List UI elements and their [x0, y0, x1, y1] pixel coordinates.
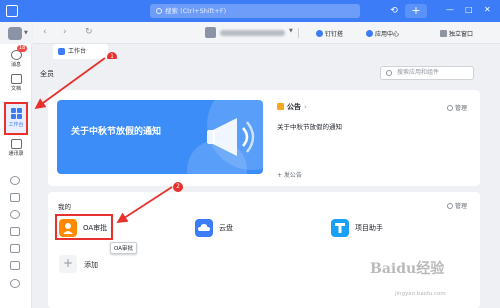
org-name-redacted [220, 30, 285, 36]
add-app-button[interactable]: + [59, 255, 77, 273]
maximize-button[interactable]: □ [465, 5, 473, 14]
add-app-label[interactable]: 添加 [84, 260, 98, 270]
gear-icon [447, 105, 453, 111]
global-search-input[interactable]: 搜索 (Ctrl+Shift+F) [150, 4, 360, 18]
notice-manage-button[interactable]: 管理 [447, 103, 467, 112]
mail-icon[interactable] [10, 261, 20, 270]
app-center-icon [366, 30, 373, 37]
link-label: 独立窗口 [449, 31, 474, 38]
manage-label: 管理 [455, 105, 468, 112]
window-icon [440, 30, 447, 37]
rail-item-docs[interactable]: 文档 [0, 74, 32, 92]
close-button[interactable]: ✕ [484, 5, 491, 14]
link-label: 钉钉搭 [325, 31, 344, 38]
app-logo-icon[interactable] [6, 5, 18, 17]
announcement-icon [277, 103, 284, 110]
watermark-url: jingyan.baidu.com [395, 291, 446, 297]
cloud-drive-label[interactable]: 云盘 [219, 219, 233, 237]
dingdada-link[interactable]: 钉钉搭 [316, 29, 343, 38]
tab-workbench[interactable]: 工作台 [53, 44, 108, 59]
forward-button[interactable]: › [63, 27, 67, 37]
unread-badge: 18 [17, 45, 28, 52]
gear-icon [447, 203, 453, 209]
org-avatar [205, 27, 216, 38]
chevron-down-icon[interactable]: ▼ [289, 28, 293, 34]
rail-item-label: 消息 [10, 62, 21, 68]
announcement-banner[interactable]: 关于中秋节放假的通知 [57, 100, 263, 174]
document-icon [10, 74, 22, 84]
oa-approval-label[interactable]: OA审批 [83, 219, 107, 237]
divider [298, 28, 299, 38]
app-center-link[interactable]: 应用中心 [366, 29, 399, 38]
person-icon [63, 223, 73, 234]
t-letter-icon [335, 223, 345, 233]
grid-icon [10, 108, 22, 119]
manage-label: 管理 [455, 203, 468, 210]
my-apps-title: 我的 [58, 203, 71, 211]
project-assistant-label[interactable]: 项目助手 [355, 219, 383, 237]
minimize-button[interactable]: — [446, 5, 454, 14]
tab-label: 工作台 [68, 48, 87, 55]
calendar-icon[interactable] [10, 176, 20, 185]
publish-notice-button[interactable]: + 发公告 [277, 170, 302, 179]
app-search-input[interactable]: 搜索应用和组件 [380, 66, 474, 80]
global-search-placeholder: 搜索 (Ctrl+Shift+F) [165, 7, 227, 15]
chevron-right-icon: › [304, 103, 307, 111]
bolt-icon[interactable] [10, 244, 20, 253]
folder-icon[interactable] [10, 210, 20, 219]
nav-bar: ‹ › ↻ ▼ 钉钉搭 应用中心 独立窗口 [33, 22, 500, 44]
refresh-button[interactable]: ↻ [85, 27, 93, 37]
avatar[interactable] [8, 27, 22, 40]
contacts-icon [10, 139, 22, 149]
tooltip: OA审批 [110, 242, 137, 254]
standalone-window-link[interactable]: 独立窗口 [440, 29, 473, 38]
rail-item-label: 通讯录 [8, 151, 24, 157]
back-button[interactable]: ‹ [43, 27, 47, 37]
project-assistant-tile[interactable] [331, 219, 349, 237]
rail-item-contacts[interactable]: 通讯录 [0, 139, 32, 157]
rail-item-messages[interactable]: 消息 [0, 50, 32, 68]
notice-header[interactable]: 公告 › [277, 102, 307, 112]
cloud-icon [198, 224, 210, 231]
rail-item-label: 文档 [10, 86, 21, 92]
watermark-logo: Baidu经验 [370, 261, 445, 277]
rail-item-workbench[interactable]: 工作台 [4, 102, 28, 135]
cloud-drive-tile[interactable] [195, 219, 213, 237]
megaphone-icon [207, 118, 255, 156]
more-icon[interactable] [10, 279, 20, 288]
search-icon [156, 8, 162, 14]
notice-title-text: 公告 [287, 103, 301, 111]
link-label: 应用中心 [375, 31, 400, 38]
oa-approval-tile[interactable] [59, 219, 77, 237]
chevron-down-icon[interactable]: ▼ [24, 30, 28, 36]
app-search-placeholder: 搜索应用和组件 [397, 69, 440, 76]
clock-icon[interactable] [10, 227, 20, 236]
history-icon[interactable]: ⟲ [387, 4, 401, 18]
my-apps-manage-button[interactable]: 管理 [447, 201, 467, 210]
banner-title: 关于中秋节放假的通知 [71, 127, 162, 137]
search-icon [386, 70, 392, 76]
workbench-tab-icon [58, 48, 65, 55]
notice-item[interactable]: 关于中秋节放假的通知 [277, 121, 342, 131]
scope-label[interactable]: 全员 [40, 69, 54, 79]
bookmark-icon[interactable] [10, 193, 20, 202]
title-bar: 搜索 (Ctrl+Shift+F) ⟲ + — □ ✕ [0, 0, 500, 22]
step-marker-2: 2 [173, 182, 183, 192]
dingdada-icon [316, 30, 323, 37]
rail-item-label: 工作台 [8, 122, 24, 128]
create-button[interactable]: + [405, 4, 427, 18]
